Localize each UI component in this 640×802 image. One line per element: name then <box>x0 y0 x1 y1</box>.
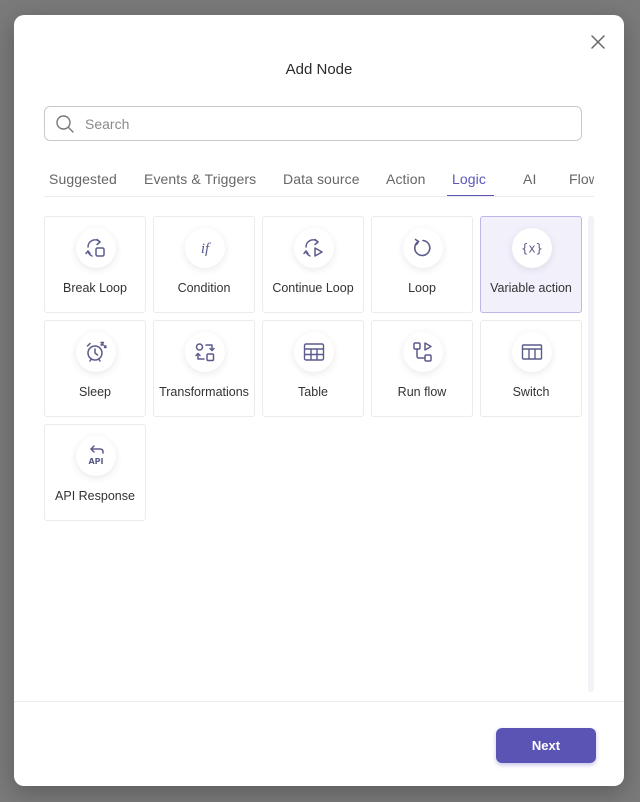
node-grid: Break Loop if Condition Continue Loop Lo… <box>44 216 584 526</box>
category-tabs: Suggested Events & Triggers Data source … <box>44 171 594 197</box>
svg-text:API: API <box>88 457 103 466</box>
run-flow-icon <box>413 342 432 362</box>
node-label: Loop <box>408 281 436 295</box>
node-card-sleep[interactable]: Sleep <box>44 320 146 417</box>
node-label: Variable action <box>490 281 572 295</box>
tab-logic[interactable]: Logic <box>447 171 494 196</box>
node-card-switch[interactable]: Switch <box>480 320 582 417</box>
continue-loop-icon <box>303 238 323 257</box>
grid-scrollbar[interactable] <box>588 216 594 692</box>
node-label: API Response <box>55 489 135 503</box>
modal-title: Add Node <box>285 61 353 78</box>
svg-text:{x}: {x} <box>521 242 543 256</box>
close-button[interactable] <box>590 34 606 50</box>
search-icon <box>56 114 74 133</box>
node-card-continue-loop[interactable]: Continue Loop <box>262 216 364 313</box>
node-label: Transformations <box>159 385 249 399</box>
table-icon <box>303 343 325 361</box>
loop-icon <box>414 238 431 257</box>
if-icon: if <box>201 241 211 257</box>
next-button[interactable]: Next <box>496 728 596 763</box>
svg-text:if: if <box>201 241 211 257</box>
close-icon <box>591 35 605 49</box>
node-card-table[interactable]: Table <box>262 320 364 417</box>
node-card-loop[interactable]: Loop <box>371 216 473 313</box>
tab-action[interactable]: Action <box>381 171 437 196</box>
tab-suggested[interactable]: Suggested <box>44 171 125 196</box>
node-label: Sleep <box>79 385 111 399</box>
add-node-modal: Add Node Suggested Events & Triggers Dat… <box>14 15 624 786</box>
tab-events-triggers[interactable]: Events & Triggers <box>139 171 265 196</box>
search-box[interactable] <box>44 106 582 141</box>
alarm-clock-icon <box>86 341 107 362</box>
variable-icon: {x} <box>521 242 543 256</box>
search-input[interactable] <box>85 115 565 132</box>
api-icon: API <box>88 445 104 466</box>
node-card-condition[interactable]: if Condition <box>153 216 255 313</box>
node-card-break-loop[interactable]: Break Loop <box>44 216 146 313</box>
node-card-api-response[interactable]: API API Response <box>44 424 146 521</box>
node-card-transformations[interactable]: Transformations <box>153 320 255 417</box>
node-label: Break Loop <box>63 281 127 295</box>
break-loop-icon <box>85 238 105 257</box>
tab-data-source[interactable]: Data source <box>278 171 369 196</box>
node-label: Table <box>298 385 328 399</box>
tab-ai[interactable]: AI <box>518 171 548 196</box>
node-label: Continue Loop <box>272 281 354 295</box>
switch-icon <box>521 344 543 360</box>
node-card-run-flow[interactable]: Run flow <box>371 320 473 417</box>
transform-icon <box>195 343 215 362</box>
node-card-variable-action[interactable]: {x} Variable action <box>480 216 582 313</box>
node-label: Run flow <box>397 385 447 399</box>
footer-divider <box>14 701 624 702</box>
node-label: Switch <box>512 385 550 399</box>
tab-flow[interactable]: Flow <box>564 171 594 196</box>
node-label: Condition <box>177 281 231 295</box>
